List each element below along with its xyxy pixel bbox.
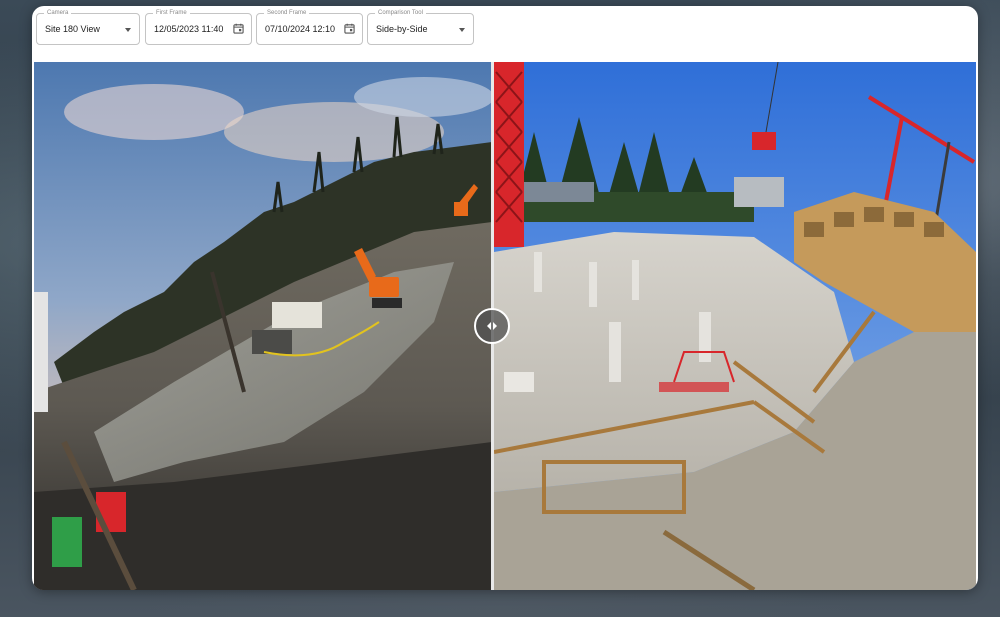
comparison-toolbar: Camera Site 180 View First Frame 12/05/2… — [32, 6, 978, 62]
first-frame-label: First Frame — [153, 8, 190, 18]
first-frame-image — [34, 62, 492, 590]
second-frame-picker[interactable]: Second Frame 07/10/2024 12:10 — [256, 8, 363, 45]
calendar-icon[interactable] — [233, 23, 244, 34]
split-handle-icon[interactable] — [474, 308, 510, 344]
chevron-down-icon — [125, 28, 131, 32]
comparison-panel: Camera Site 180 View First Frame 12/05/2… — [32, 6, 978, 590]
second-frame-value: 07/10/2024 12:10 — [265, 24, 336, 34]
second-frame-image — [494, 62, 976, 590]
comparison-tool-label: Comparison Tool — [375, 8, 426, 18]
comparison-tool-select[interactable]: Comparison Tool Side-by-Side — [367, 8, 474, 45]
chevron-down-icon — [459, 28, 465, 32]
second-frame-photo — [494, 62, 976, 590]
camera-select-label: Camera — [44, 8, 72, 18]
first-frame-value: 12/05/2023 11:40 — [154, 24, 224, 34]
split-arrows-icon — [487, 322, 497, 330]
camera-select[interactable]: Camera Site 180 View — [36, 8, 140, 45]
first-frame-picker[interactable]: First Frame 12/05/2023 11:40 — [145, 8, 252, 45]
camera-select-value: Site 180 View — [45, 24, 100, 34]
second-frame-label: Second Frame — [264, 8, 310, 18]
first-frame-photo — [34, 62, 492, 590]
calendar-icon[interactable] — [344, 23, 355, 34]
comparison-tool-value: Side-by-Side — [376, 24, 428, 34]
image-comparison-viewer[interactable] — [34, 62, 976, 590]
